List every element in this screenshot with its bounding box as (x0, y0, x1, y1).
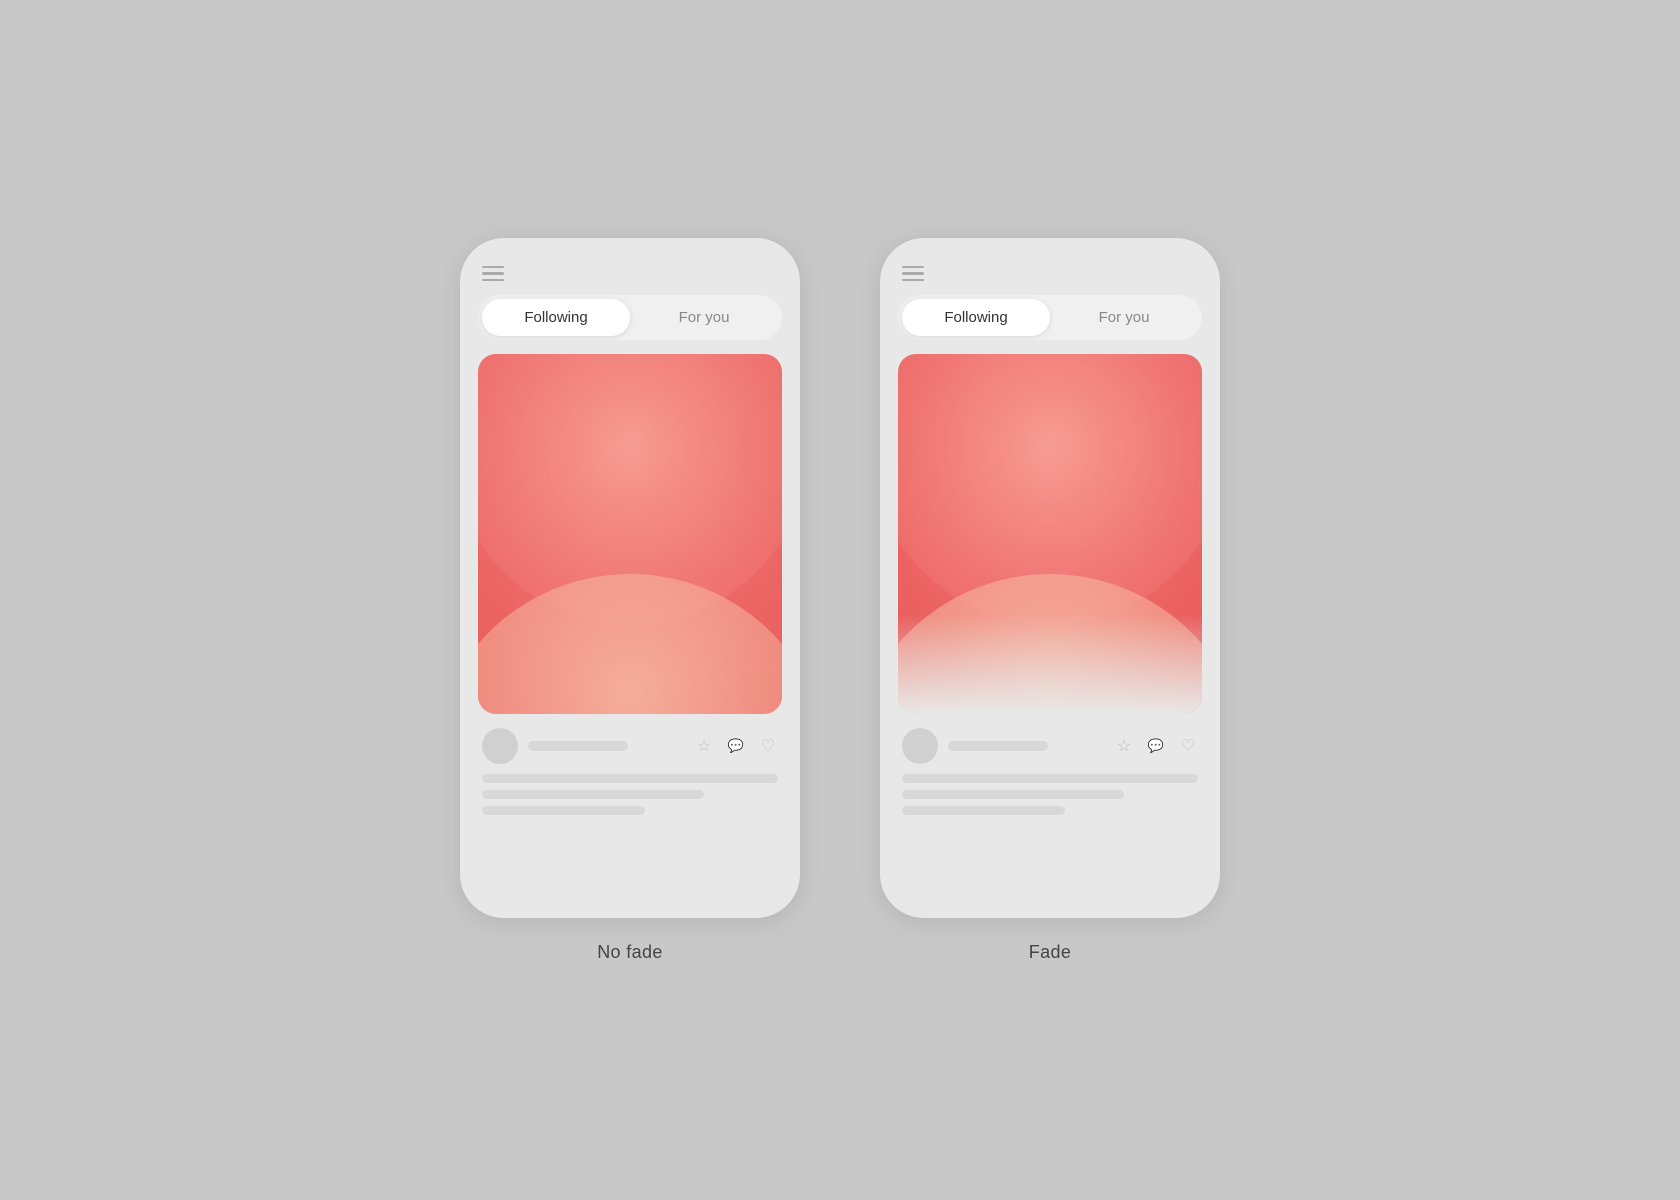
post-actions-fade (1114, 736, 1198, 756)
post-meta-fade (898, 714, 1202, 770)
artwork-svg-no-fade (478, 354, 782, 714)
content-line-fade-3 (902, 806, 1065, 815)
hamburger-icon[interactable] (482, 266, 504, 282)
phone-no-fade-label: No fade (597, 942, 663, 963)
avatar-fade (902, 728, 938, 764)
post-meta-no-fade (478, 714, 782, 770)
content-line-1 (482, 774, 778, 783)
fade-overlay (898, 614, 1202, 714)
star-icon-fade[interactable] (1114, 736, 1134, 756)
phone-no-fade-frame: Following For you (460, 238, 800, 918)
content-lines-fade (898, 770, 1202, 815)
phone-no-fade-wrapper: Following For you (460, 238, 800, 963)
post-image-fade (898, 354, 1202, 714)
content-line-fade-1 (902, 774, 1198, 783)
content-line-fade-2 (902, 790, 1124, 799)
post-image-no-fade (478, 354, 782, 714)
phone-fade-header (898, 258, 1202, 296)
phone-fade-label: Fade (1029, 942, 1071, 963)
chat-icon-fade[interactable] (1146, 736, 1166, 756)
phone-no-fade-header (478, 258, 782, 296)
tab-for-you-fade[interactable]: For you (1050, 299, 1198, 336)
username-line-fade (948, 741, 1048, 751)
tab-following-fade[interactable]: Following (902, 299, 1050, 336)
avatar-no-fade (482, 728, 518, 764)
username-line-no-fade (528, 741, 628, 751)
post-actions-no-fade (694, 736, 778, 756)
chat-icon-no-fade[interactable] (726, 736, 746, 756)
heart-icon-fade[interactable] (1178, 736, 1198, 756)
content-line-3 (482, 806, 645, 815)
content-line-2 (482, 790, 704, 799)
tab-following-no-fade[interactable]: Following (482, 299, 630, 336)
phone-fade-frame: Following For you (880, 238, 1220, 918)
content-lines-no-fade (478, 770, 782, 815)
tab-bar-no-fade: Following For you (478, 295, 782, 340)
star-icon-no-fade[interactable] (694, 736, 714, 756)
heart-icon-no-fade[interactable] (758, 736, 778, 756)
phones-row: Following For you (460, 238, 1220, 963)
tab-bar-fade: Following For you (898, 295, 1202, 340)
tab-for-you-no-fade[interactable]: For you (630, 299, 778, 336)
hamburger-icon-fade[interactable] (902, 266, 924, 282)
phone-fade-wrapper: Following For you (880, 238, 1220, 963)
